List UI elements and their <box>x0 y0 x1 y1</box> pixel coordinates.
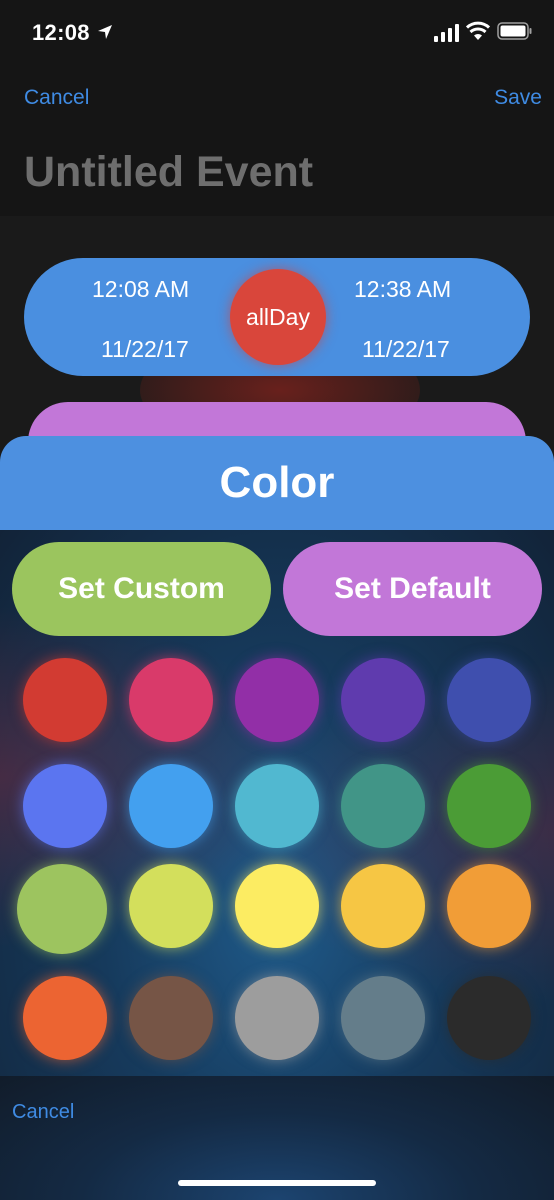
start-time[interactable]: 12:08 AM <box>92 276 189 303</box>
color-swatch[interactable] <box>129 864 213 948</box>
color-swatch[interactable] <box>447 764 531 848</box>
color-swatch[interactable] <box>341 864 425 948</box>
screen: 12:08 Cancel Save Untitled Event 12:08 A… <box>0 0 554 1200</box>
wifi-icon <box>466 21 490 40</box>
color-swatch[interactable] <box>235 976 319 1060</box>
color-swatch[interactable] <box>341 764 425 848</box>
cancel-button[interactable]: Cancel <box>24 86 89 110</box>
time-range-pill[interactable]: 12:08 AM 11/22/17 12:38 AM 11/22/17 allD… <box>24 258 530 376</box>
set-default-button[interactable]: Set Default <box>283 542 542 636</box>
color-swatch[interactable] <box>129 658 213 742</box>
color-swatch[interactable] <box>235 764 319 848</box>
battery-icon <box>497 22 532 40</box>
color-swatch[interactable] <box>235 658 319 742</box>
color-swatch[interactable] <box>341 976 425 1060</box>
color-swatch[interactable] <box>23 976 107 1060</box>
event-title-field[interactable]: Untitled Event <box>24 148 313 197</box>
location-arrow-icon <box>98 25 112 39</box>
color-sheet-title: Color <box>219 458 335 507</box>
status-bar: 12:08 <box>0 0 554 70</box>
home-indicator[interactable] <box>178 1180 376 1186</box>
status-time: 12:08 <box>32 20 90 45</box>
end-date[interactable]: 11/22/17 <box>362 336 450 363</box>
color-swatch[interactable] <box>447 658 531 742</box>
color-swatch[interactable] <box>23 658 107 742</box>
cellular-signal-icon <box>434 24 459 42</box>
end-time[interactable]: 12:38 AM <box>354 276 451 303</box>
start-date[interactable]: 11/22/17 <box>101 336 189 363</box>
color-swatch[interactable] <box>235 864 319 948</box>
color-swatch-grid <box>0 650 554 1080</box>
all-day-toggle[interactable]: allDay <box>230 269 326 365</box>
color-swatch[interactable] <box>447 864 531 948</box>
color-swatch[interactable] <box>341 658 425 742</box>
color-swatch[interactable] <box>23 764 107 848</box>
color-swatch[interactable] <box>129 976 213 1060</box>
set-custom-button[interactable]: Set Custom <box>12 542 271 636</box>
color-sheet-cancel-button[interactable]: Cancel <box>12 1101 74 1124</box>
color-swatch[interactable] <box>129 764 213 848</box>
color-swatch[interactable] <box>447 976 531 1060</box>
save-button[interactable]: Save <box>494 86 542 110</box>
color-swatch[interactable] <box>17 864 107 954</box>
color-sheet-header: Color <box>0 436 554 530</box>
